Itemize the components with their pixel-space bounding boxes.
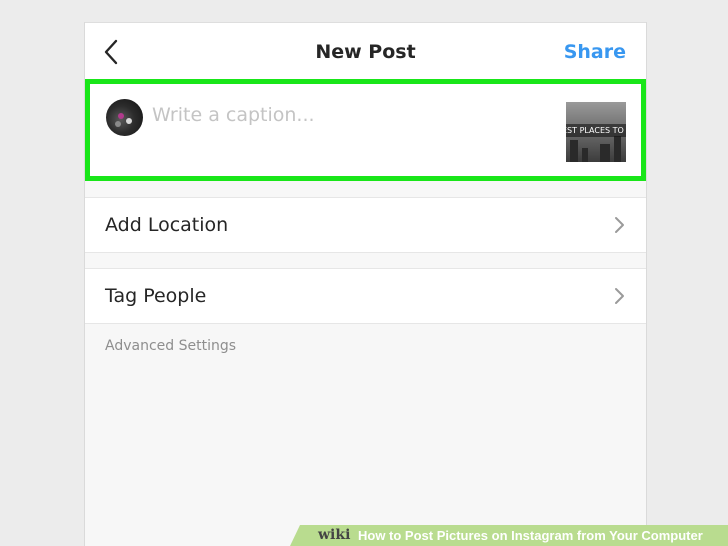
new-post-panel: New Post Share EST PLACES TO TRAV Add Lo… [84,22,647,546]
banner-title: How to Post Pictures on Instagram from Y… [358,528,703,543]
avatar [106,99,143,136]
caption-input[interactable] [152,104,532,126]
wiki-brand: wiki [318,527,351,543]
chevron-right-icon [615,288,624,304]
caption-section: EST PLACES TO TRAV [85,79,646,181]
top-bar: New Post Share [85,22,646,81]
chevron-right-icon [615,217,624,233]
wikihow-banner: wiki How to Post Pictures on Instagram f… [290,525,728,546]
tag-people-row[interactable]: Tag People [85,268,646,324]
share-button[interactable]: Share [564,41,626,63]
add-location-label: Add Location [105,214,229,236]
advanced-settings-link[interactable]: Advanced Settings [105,338,236,354]
tag-people-label: Tag People [105,285,207,307]
thumbnail-text: EST PLACES TO TRAV [566,126,626,135]
add-location-row[interactable]: Add Location [85,197,646,253]
post-thumbnail: EST PLACES TO TRAV [566,102,626,162]
page-title: New Post [315,41,416,63]
